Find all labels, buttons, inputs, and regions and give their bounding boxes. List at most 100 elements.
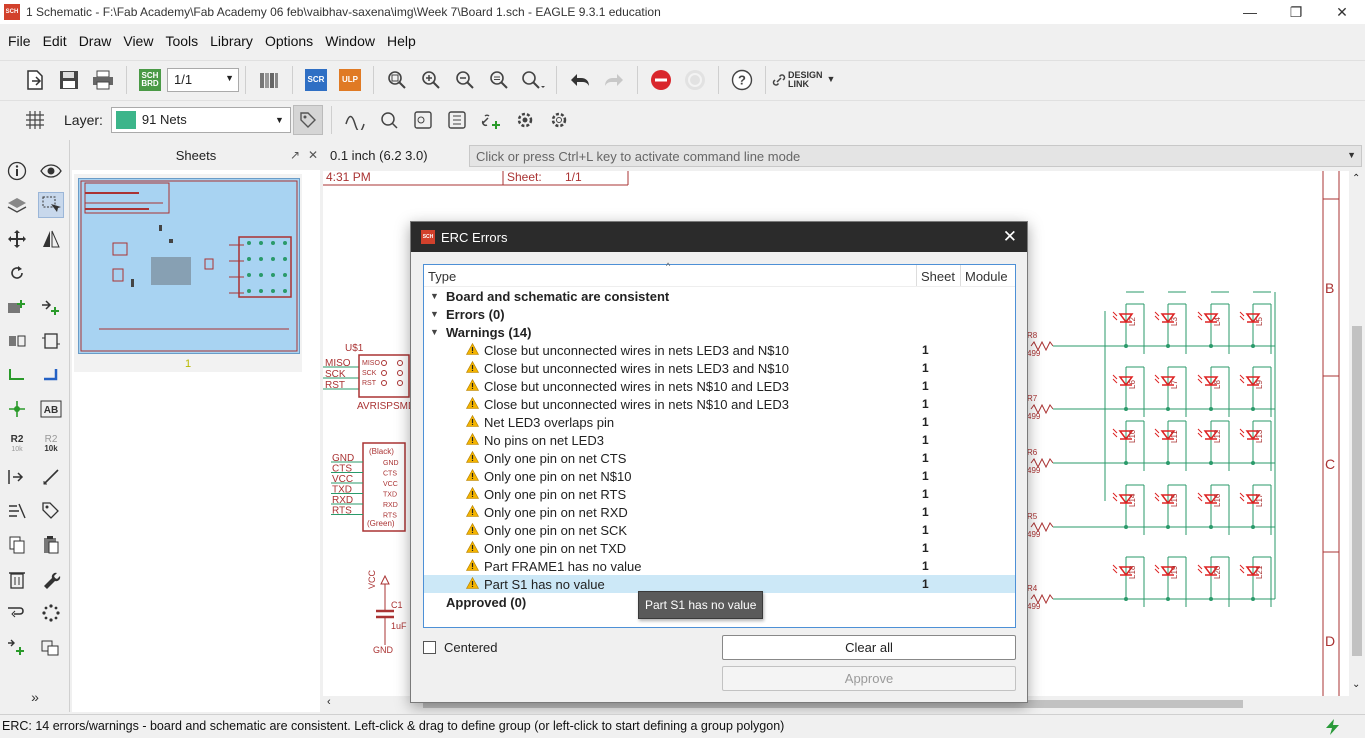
- net-class-icon[interactable]: [442, 105, 472, 135]
- expand-icon[interactable]: ▼: [430, 327, 439, 337]
- go-icon[interactable]: [680, 65, 710, 95]
- rotate-icon[interactable]: [4, 260, 30, 286]
- erc-tree[interactable]: ^ Type Sheet Module ▼ Board and schemati…: [423, 261, 1016, 628]
- menu-file[interactable]: File: [2, 28, 37, 54]
- menu-help[interactable]: Help: [381, 28, 422, 54]
- undo-icon[interactable]: [565, 65, 595, 95]
- centered-checkbox-row[interactable]: Centered: [423, 640, 497, 655]
- zoom-select-icon[interactable]: [518, 65, 548, 95]
- menu-library[interactable]: Library: [204, 28, 259, 54]
- scroll-down-icon[interactable]: ⌄: [1352, 679, 1360, 690]
- display-layers-icon[interactable]: [4, 192, 30, 218]
- print-icon[interactable]: [88, 65, 118, 95]
- warning-row[interactable]: Only one pin on net RXD 1: [424, 503, 1015, 521]
- zoom-in-icon[interactable]: [416, 65, 446, 95]
- add-pin-icon[interactable]: [38, 294, 64, 320]
- switch-board-icon[interactable]: SCH BRD: [135, 65, 165, 95]
- scroll-left-icon[interactable]: ‹: [327, 696, 331, 708]
- approve-button[interactable]: Approve: [722, 666, 1016, 691]
- sheet-select[interactable]: 1/1 ▼: [167, 67, 239, 92]
- close-panel-icon[interactable]: ✕: [308, 148, 318, 162]
- vertical-scroll-thumb[interactable]: [1352, 326, 1362, 656]
- optimize-icon[interactable]: [38, 634, 64, 660]
- wire-style-icon[interactable]: [340, 105, 370, 135]
- text-icon[interactable]: AB: [38, 396, 64, 422]
- info-icon[interactable]: [4, 158, 30, 184]
- group-consistent[interactable]: ▼ Board and schematic are consistent: [424, 287, 1015, 305]
- stop-icon[interactable]: [646, 65, 676, 95]
- zoom-last-icon[interactable]: [484, 65, 514, 95]
- pinswap-icon[interactable]: [4, 600, 30, 626]
- gate-swap-icon[interactable]: [38, 328, 64, 354]
- expand-icon[interactable]: ▼: [430, 291, 439, 301]
- miter-icon[interactable]: [374, 105, 404, 135]
- menu-options[interactable]: Options: [259, 28, 319, 54]
- open-file-icon[interactable]: [20, 65, 50, 95]
- warning-row[interactable]: Close but unconnected wires in nets N$10…: [424, 395, 1015, 413]
- warning-row[interactable]: Only one pin on net N$10 1: [424, 467, 1015, 485]
- warning-row[interactable]: Part FRAME1 has no value 1: [424, 557, 1015, 575]
- warning-row[interactable]: No pins on net LED3 1: [424, 431, 1015, 449]
- script-icon[interactable]: SCR: [301, 65, 331, 95]
- chevron-down-icon[interactable]: ▼: [1347, 150, 1356, 160]
- wrench-icon[interactable]: [38, 566, 64, 592]
- move-icon[interactable]: [4, 226, 30, 252]
- gear-icon[interactable]: [544, 105, 574, 135]
- close-window-button[interactable]: ✕: [1319, 0, 1365, 24]
- vertical-scrollbar[interactable]: ⌃ ⌄: [1349, 171, 1365, 696]
- warning-row[interactable]: Close but unconnected wires in nets N$10…: [424, 377, 1015, 395]
- warning-row[interactable]: Close but unconnected wires in nets LED3…: [424, 341, 1015, 359]
- warning-row[interactable]: Only one pin on net RTS 1: [424, 485, 1015, 503]
- save-icon[interactable]: [54, 65, 84, 95]
- group-select-icon[interactable]: [38, 192, 64, 218]
- menu-edit[interactable]: Edit: [37, 28, 73, 54]
- restore-button[interactable]: ❐: [1273, 0, 1319, 24]
- wire-icon[interactable]: [38, 464, 64, 490]
- value-icon[interactable]: R2 10k: [38, 430, 64, 456]
- bus-tool-icon[interactable]: [38, 362, 64, 388]
- tag-icon[interactable]: [292, 104, 323, 135]
- expand-palette-icon[interactable]: »: [22, 684, 48, 710]
- clear-all-button[interactable]: Clear all: [722, 635, 1016, 660]
- settings-icon[interactable]: [510, 105, 540, 135]
- name-icon[interactable]: R2 10k: [4, 430, 30, 456]
- grid-icon[interactable]: [20, 105, 50, 135]
- redo-icon[interactable]: [599, 65, 629, 95]
- command-line-input[interactable]: Click or press Ctrl+L key to activate co…: [469, 145, 1362, 167]
- expand-icon[interactable]: ▼: [430, 309, 439, 319]
- copy-icon[interactable]: [4, 532, 30, 558]
- add-net-icon[interactable]: [476, 105, 506, 135]
- warning-row[interactable]: Only one pin on net TXD 1: [424, 539, 1015, 557]
- menu-view[interactable]: View: [117, 28, 159, 54]
- ratsnest-icon[interactable]: [4, 498, 30, 524]
- warning-row[interactable]: Only one pin on net SCK 1: [424, 521, 1015, 539]
- mirror-icon[interactable]: [38, 226, 64, 252]
- close-dialog-button[interactable]: ✕: [1003, 227, 1017, 247]
- column-module[interactable]: Module: [960, 265, 1015, 286]
- warning-row[interactable]: Only one pin on net CTS 1: [424, 449, 1015, 467]
- layer-select[interactable]: 91 Nets ▼: [110, 106, 291, 133]
- add-part-icon[interactable]: [4, 294, 30, 320]
- scroll-up-icon[interactable]: ⌃: [1352, 173, 1360, 184]
- split-icon[interactable]: [4, 464, 30, 490]
- design-link-button[interactable]: DESIGN LINK ▼: [772, 70, 835, 89]
- centered-checkbox[interactable]: [423, 641, 436, 654]
- undock-icon[interactable]: ↗: [290, 148, 300, 162]
- sheet-thumbnail-item[interactable]: 1: [74, 174, 302, 372]
- paste-icon[interactable]: [38, 532, 64, 558]
- zoom-out-icon[interactable]: [450, 65, 480, 95]
- menu-tools[interactable]: Tools: [159, 28, 204, 54]
- library-icon[interactable]: [254, 65, 284, 95]
- zoom-fit-icon[interactable]: [382, 65, 412, 95]
- warning-row[interactable]: Net LED3 overlaps pin 1: [424, 413, 1015, 431]
- ulp-icon[interactable]: ULP: [335, 65, 365, 95]
- group-warnings[interactable]: ▼ Warnings (14): [424, 323, 1015, 341]
- warning-row[interactable]: Close but unconnected wires in nets LED3…: [424, 359, 1015, 377]
- column-sheet[interactable]: Sheet: [916, 265, 960, 286]
- bus-icon[interactable]: [408, 105, 438, 135]
- attribute-icon[interactable]: [38, 498, 64, 524]
- replace-icon[interactable]: [4, 328, 30, 354]
- help-icon[interactable]: ?: [727, 65, 757, 95]
- menu-draw[interactable]: Draw: [73, 28, 118, 54]
- line-icon[interactable]: [4, 362, 30, 388]
